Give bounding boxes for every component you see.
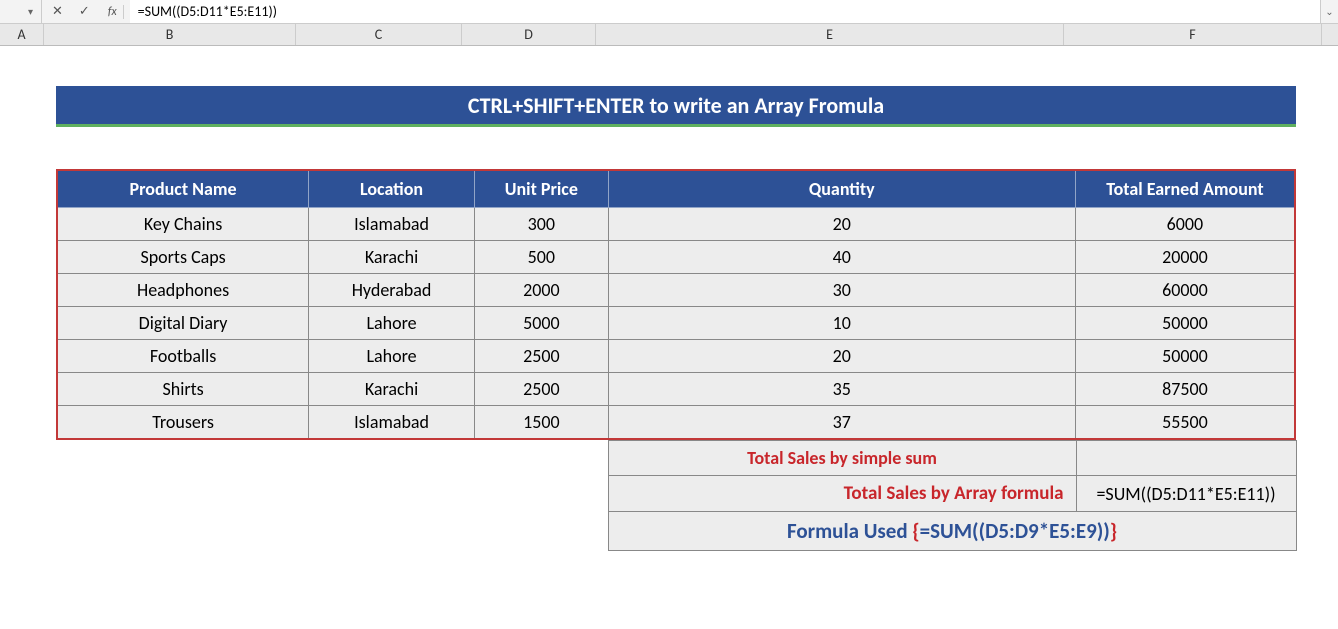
- cell-quantity[interactable]: 35: [608, 373, 1075, 406]
- table-row: FootballsLahore25002050000: [57, 340, 1295, 373]
- name-box[interactable]: ▾: [0, 0, 42, 23]
- cell-unitprice[interactable]: 2500: [474, 373, 608, 406]
- name-box-dropdown-icon[interactable]: ▾: [28, 5, 33, 18]
- curly-close: }: [1110, 518, 1117, 544]
- col-header-B[interactable]: B: [44, 24, 296, 45]
- cell-unitprice[interactable]: 2500: [474, 340, 608, 373]
- th-quantity: Quantity: [608, 170, 1075, 208]
- col-header-F[interactable]: F: [1064, 24, 1322, 45]
- cell-location[interactable]: Karachi: [309, 373, 475, 406]
- insert-function-button[interactable]: fx: [102, 5, 124, 19]
- cell-location[interactable]: Lahore: [309, 340, 475, 373]
- cell-product[interactable]: Trousers: [57, 406, 309, 440]
- cell-total[interactable]: 60000: [1075, 274, 1295, 307]
- cell-total[interactable]: 55500: [1075, 406, 1295, 440]
- cell-quantity[interactable]: 30: [608, 274, 1075, 307]
- formula-used-body: =SUM((D5:D9*E5:E9)): [920, 518, 1110, 544]
- gap-cell: [56, 441, 608, 476]
- title-banner: CTRL+SHIFT+ENTER to write an Array Fromu…: [56, 86, 1296, 127]
- curly-open: {: [912, 518, 919, 544]
- cell-product[interactable]: Footballs: [57, 340, 309, 373]
- th-location: Location: [309, 170, 475, 208]
- cancel-button[interactable]: ✕: [48, 4, 67, 19]
- cell-location[interactable]: Islamabad: [309, 406, 475, 440]
- cell-product[interactable]: Sports Caps: [57, 241, 309, 274]
- th-product: Product Name: [57, 170, 309, 208]
- accept-button[interactable]: ✓: [75, 4, 94, 19]
- table-row: Sports CapsKarachi5004020000: [57, 241, 1295, 274]
- cell-total[interactable]: 50000: [1075, 340, 1295, 373]
- cell-unitprice[interactable]: 5000: [474, 307, 608, 340]
- formula-input[interactable]: =SUM((D5:D11*E5:E11)): [130, 0, 1320, 23]
- cell-location[interactable]: Islamabad: [309, 208, 475, 241]
- table-row: HeadphonesHyderabad20003060000: [57, 274, 1295, 307]
- cell-total[interactable]: 50000: [1075, 307, 1295, 340]
- expand-formula-bar-icon[interactable]: ⌄: [1320, 0, 1338, 23]
- summary-simple-row: Total Sales by simple sum: [56, 441, 1296, 476]
- cell-location[interactable]: Karachi: [309, 241, 475, 274]
- formula-bar: ▾ ✕ ✓ fx =SUM((D5:D11*E5:E11)) ⌄: [0, 0, 1338, 24]
- cell-quantity[interactable]: 20: [608, 340, 1075, 373]
- array-label-cell: Total Sales by Array formula: [608, 476, 1076, 512]
- th-unitprice: Unit Price: [474, 170, 608, 208]
- summary-array-row: Total Sales by Array formula =SUM((D5:D1…: [56, 476, 1296, 512]
- cell-unitprice[interactable]: 1500: [474, 406, 608, 440]
- cell-quantity[interactable]: 37: [608, 406, 1075, 440]
- cell-product[interactable]: Digital Diary: [57, 307, 309, 340]
- cell-unitprice[interactable]: 300: [474, 208, 608, 241]
- gap-cell: [56, 512, 608, 551]
- table-row: ShirtsKarachi25003587500: [57, 373, 1295, 406]
- array-sum-label: Total Sales by Array formula: [844, 482, 1064, 505]
- cell-unitprice[interactable]: 2000: [474, 274, 608, 307]
- cell-location[interactable]: Lahore: [309, 307, 475, 340]
- column-headers: A B C D E F: [0, 24, 1338, 46]
- cell-product[interactable]: Headphones: [57, 274, 309, 307]
- gap-cell: [56, 476, 608, 512]
- col-header-C[interactable]: C: [296, 24, 462, 45]
- th-total: Total Earned Amount: [1075, 170, 1295, 208]
- table-row: Digital DiaryLahore50001050000: [57, 307, 1295, 340]
- cell-total[interactable]: 20000: [1075, 241, 1295, 274]
- formula-used-label: Formula Used: [787, 518, 912, 544]
- data-table: Product Name Location Unit Price Quantit…: [56, 169, 1296, 440]
- cell-quantity[interactable]: 40: [608, 241, 1075, 274]
- cell-product[interactable]: Shirts: [57, 373, 309, 406]
- cell-unitprice[interactable]: 500: [474, 241, 608, 274]
- formula-used-cell: Formula Used {=SUM((D5:D9*E5:E9))}: [608, 512, 1296, 551]
- array-formula-cell[interactable]: =SUM((D5:D11*E5:E11)): [1076, 476, 1296, 512]
- summary-rows: Total Sales by simple sum Total Sales by…: [56, 440, 1297, 551]
- col-header-A[interactable]: A: [0, 24, 44, 45]
- cell-product[interactable]: Key Chains: [57, 208, 309, 241]
- table-body: Key ChainsIslamabad300206000Sports CapsK…: [57, 208, 1295, 440]
- cell-total[interactable]: 87500: [1075, 373, 1295, 406]
- col-header-D[interactable]: D: [462, 24, 596, 45]
- table-row: TrousersIslamabad15003755500: [57, 406, 1295, 440]
- cell-location[interactable]: Hyderabad: [309, 274, 475, 307]
- simple-sum-label: Total Sales by simple sum: [608, 441, 1076, 476]
- cell-total[interactable]: 6000: [1075, 208, 1295, 241]
- summary-formula-used-row: Formula Used {=SUM((D5:D9*E5:E9))}: [56, 512, 1296, 551]
- col-header-E[interactable]: E: [596, 24, 1064, 45]
- worksheet[interactable]: CTRL+SHIFT+ENTER to write an Array Fromu…: [0, 86, 1338, 551]
- table-header-row: Product Name Location Unit Price Quantit…: [57, 170, 1295, 208]
- cell-quantity[interactable]: 20: [608, 208, 1075, 241]
- table-row: Key ChainsIslamabad300206000: [57, 208, 1295, 241]
- simple-sum-value[interactable]: [1076, 441, 1296, 476]
- cell-quantity[interactable]: 10: [608, 307, 1075, 340]
